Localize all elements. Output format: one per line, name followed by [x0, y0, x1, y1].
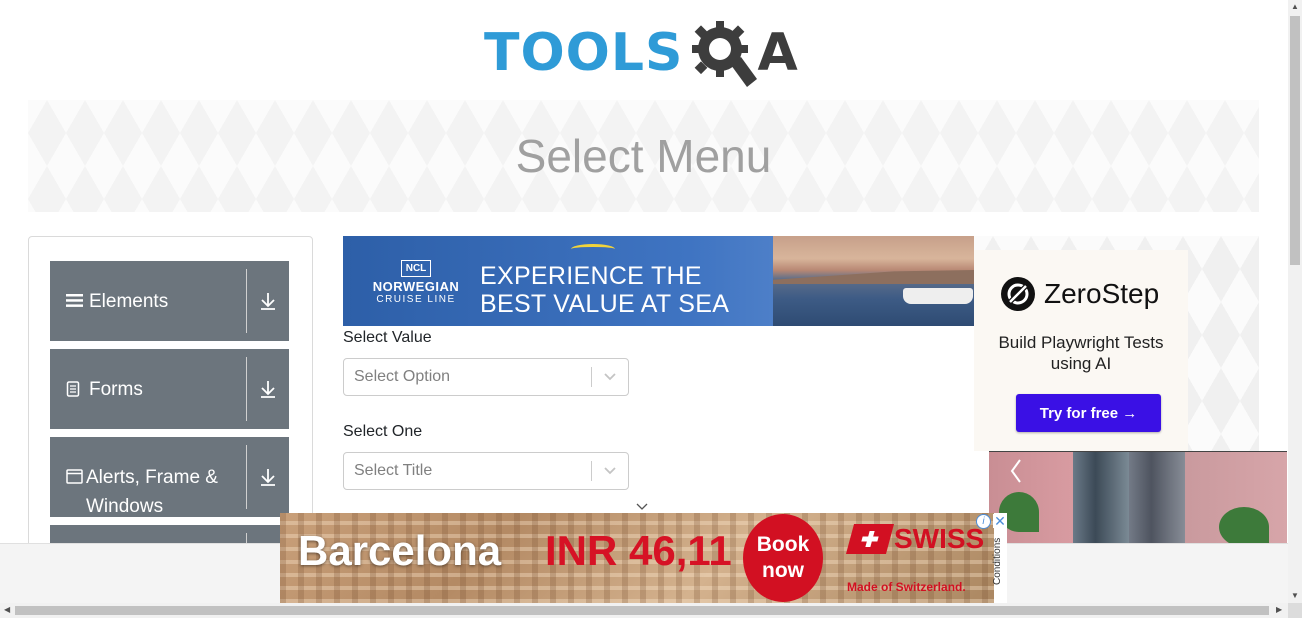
ad-headline-line1: EXPERIENCE THE	[480, 262, 702, 290]
zerostep-name: ZeroStep	[1044, 278, 1160, 309]
expand-icon[interactable]	[247, 261, 289, 341]
ncl-name: NORWEGIAN	[372, 279, 460, 294]
zerostep-icon	[1001, 277, 1035, 311]
chevron-down-icon[interactable]	[592, 372, 628, 382]
select-value-dropdown[interactable]: Select Option	[343, 358, 629, 396]
swiss-cross-icon	[845, 524, 895, 554]
gear-magnifier-icon	[692, 21, 758, 87]
swoosh-icon	[571, 244, 615, 254]
swiss-logo: SWISS	[845, 523, 985, 555]
ad-headline: EXPERIENCE THE BEST VALUE AT SEA	[480, 262, 729, 318]
swiss-name: SWISS	[894, 523, 985, 554]
horizontal-scrollbar-thumb[interactable]	[15, 606, 1269, 615]
page-title: Select Menu	[515, 130, 772, 182]
ad-video-plant	[1219, 507, 1269, 543]
toolsqa-logo[interactable]: TOOLS A	[484, 14, 798, 92]
select-one-placeholder: Select Title	[354, 462, 433, 479]
logo-text-tools: TOOLS	[484, 23, 684, 83]
ad-banner-swiss[interactable]: Barcelona INR 46,11 Book now SWISS Made …	[280, 513, 1007, 603]
swiss-tagline: Made of Switzerland.	[847, 580, 966, 594]
sidebar-group-alerts[interactable]: Alerts, Frame & Windows	[50, 437, 289, 517]
ad-zerostep[interactable]: ZeroStep Build Playwright Tests using AI…	[974, 236, 1259, 451]
sidebar-group-elements[interactable]: Elements	[50, 261, 289, 341]
expand-icon[interactable]	[247, 349, 289, 429]
ncl-badge: NCL	[400, 260, 432, 277]
ad-info-icon[interactable]: i	[976, 514, 991, 529]
zerostep-card: ZeroStep Build Playwright Tests using AI…	[974, 250, 1188, 451]
select-one-dropdown[interactable]: Select Title	[343, 452, 629, 490]
ad-price: INR 46,11	[545, 527, 732, 574]
ad-video-player[interactable]	[989, 451, 1287, 543]
scroll-right-arrow-icon[interactable]: ▶	[1276, 605, 1282, 614]
page-banner: Select Menu	[28, 100, 1259, 212]
ad-video-frame	[1129, 452, 1185, 543]
scrollbar-corner	[1288, 603, 1302, 618]
select-one-label: Select One	[343, 423, 423, 440]
logo-qa: A	[687, 17, 798, 89]
sidebar-group-label: Alerts, Frame & Windows	[86, 467, 218, 517]
book-now-line1: Book	[756, 533, 810, 556]
window-icon	[66, 469, 83, 484]
zerostep-logo: ZeroStep	[1000, 276, 1159, 312]
sidebar: Elements Forms Alerts, Frame & Windows	[28, 236, 313, 585]
vertical-scrollbar-thumb[interactable]	[1290, 16, 1300, 265]
try-for-free-button[interactable]: Try for free →	[1016, 394, 1161, 432]
page: TOOLS A Select Menu Elements Forms Alert…	[0, 0, 1302, 618]
sidebar-group-label: Elements	[89, 291, 169, 312]
book-now-line2: now	[762, 559, 804, 582]
sidebar-group-forms[interactable]: Forms	[50, 349, 289, 429]
book-now-button[interactable]: Book now	[743, 514, 823, 602]
group-header: Alerts, Frame & Windows	[50, 437, 246, 517]
ad-video-frame	[1073, 452, 1129, 543]
scroll-up-arrow-icon[interactable]: ▲	[1291, 2, 1299, 11]
ad-banner-cruise[interactable]: NCL NORWEGIAN CRUISE LINE EXPERIENCE THE…	[343, 236, 974, 326]
scroll-left-arrow-icon[interactable]: ◀	[4, 605, 10, 614]
sidebar-group-label: Forms	[89, 379, 143, 400]
ncl-logo: NCL NORWEGIAN CRUISE LINE	[361, 258, 471, 305]
ad-city-name: Barcelona	[298, 527, 502, 574]
chevron-down-icon[interactable]	[592, 466, 628, 476]
hamburger-icon	[66, 293, 86, 308]
zerostep-tagline: Build Playwright Tests using AI	[998, 333, 1164, 373]
ad-close-icon[interactable]: ✕	[993, 514, 1007, 528]
logo-text-a: A	[757, 23, 798, 83]
select-value-label: Select Value	[343, 329, 432, 346]
group-header: Forms	[50, 349, 246, 429]
ad-ship-image	[903, 288, 973, 304]
scroll-down-arrow-icon[interactable]: ▼	[1291, 591, 1299, 600]
ad-headline-line2: BEST VALUE AT SEA	[480, 290, 730, 318]
group-header: Elements	[50, 261, 246, 341]
document-icon	[66, 381, 86, 397]
ncl-sub: CRUISE LINE	[376, 294, 456, 305]
expand-icon[interactable]	[247, 437, 289, 517]
ad-conditions[interactable]: Conditions	[992, 538, 1003, 585]
select-value-placeholder: Select Option	[354, 368, 451, 385]
chevron-left-icon[interactable]	[1009, 458, 1023, 484]
